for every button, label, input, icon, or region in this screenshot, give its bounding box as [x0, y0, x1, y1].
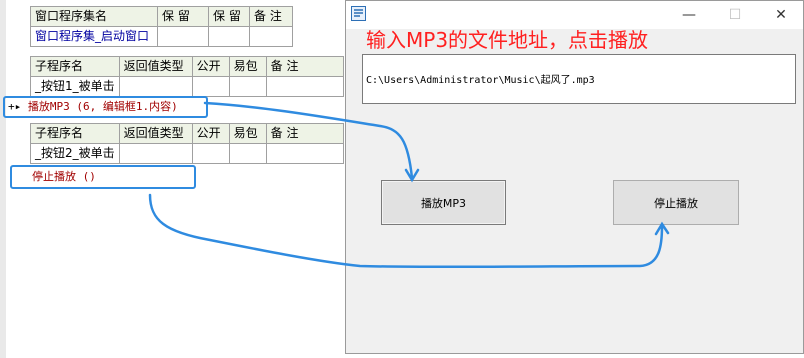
- header-cell: 备 注: [265, 56, 344, 77]
- header-cell: 窗口程序集名: [30, 6, 158, 27]
- table-header-row: 子程序名 返回值类型 公开 易包 备 注: [30, 123, 344, 144]
- app-logo-icon: [354, 9, 363, 17]
- hint-text: 输入MP3的文件地址，点击播放: [366, 28, 649, 52]
- subroutine-table-1: 子程序名 返回值类型 公开 易包 备 注 _按钮1_被单击: [30, 56, 344, 97]
- table-row[interactable]: 窗口程序集_启动窗口: [30, 26, 293, 47]
- header-cell: 公开: [191, 56, 230, 77]
- table-row[interactable]: _按钮2_被单击: [30, 143, 344, 164]
- table-cell[interactable]: [208, 26, 250, 47]
- table-cell[interactable]: 窗口程序集_启动窗口: [30, 26, 158, 47]
- header-cell: 子程序名: [30, 56, 120, 77]
- table-header-row: 窗口程序集名 保 留 保 留 备 注: [30, 6, 293, 27]
- table-cell[interactable]: [157, 26, 209, 47]
- header-cell: 易包: [228, 123, 267, 144]
- header-cell: 备 注: [265, 123, 344, 144]
- header-cell: 公开: [191, 123, 230, 144]
- table-cell[interactable]: [118, 143, 193, 164]
- header-cell: 返回值类型: [118, 56, 193, 77]
- header-cell: 子程序名: [30, 123, 120, 144]
- highlight-box-play-call: [3, 96, 208, 118]
- stop-button[interactable]: 停止播放: [613, 180, 739, 225]
- table-cell[interactable]: [118, 76, 193, 97]
- header-cell: 保 留: [157, 6, 209, 27]
- header-cell: 保 留: [208, 6, 250, 27]
- table-row[interactable]: _按钮1_被单击: [30, 76, 344, 97]
- table-header-row: 子程序名 返回值类型 公开 易包 备 注: [30, 56, 344, 77]
- table-cell[interactable]: [191, 76, 230, 97]
- table-cell[interactable]: [191, 143, 230, 164]
- app-window: — ☐ ✕ 输入MP3的文件地址，点击播放 C:\Users\Administr…: [345, 0, 804, 354]
- table-cell[interactable]: [228, 76, 267, 97]
- minimize-icon[interactable]: —: [666, 1, 712, 29]
- path-input-value[interactable]: C:\Users\Administrator\Music\起风了.mp3: [366, 71, 595, 86]
- header-cell: 返回值类型: [118, 123, 193, 144]
- header-cell: 备 注: [249, 6, 293, 27]
- title-bar[interactable]: — ☐ ✕: [346, 1, 803, 29]
- table-cell[interactable]: _按钮1_被单击: [30, 76, 120, 97]
- path-input[interactable]: C:\Users\Administrator\Music\起风了.mp3: [362, 54, 796, 104]
- table-cell[interactable]: [265, 143, 344, 164]
- window-program-set-table: 窗口程序集名 保 留 保 留 备 注 窗口程序集_启动窗口: [30, 6, 293, 47]
- app-icon: [351, 6, 366, 21]
- table-cell[interactable]: [249, 26, 293, 47]
- table-cell[interactable]: [228, 143, 267, 164]
- table-cell[interactable]: [265, 76, 344, 97]
- play-mp3-button[interactable]: 播放MP3: [381, 180, 506, 225]
- close-icon[interactable]: ✕: [758, 1, 804, 29]
- editor-gutter: [0, 0, 6, 358]
- highlight-box-stop-call: [10, 165, 196, 189]
- header-cell: 易包: [228, 56, 267, 77]
- subroutine-table-2: 子程序名 返回值类型 公开 易包 备 注 _按钮2_被单击: [30, 123, 344, 164]
- maximize-icon[interactable]: ☐: [712, 1, 758, 29]
- table-cell[interactable]: _按钮2_被单击: [30, 143, 120, 164]
